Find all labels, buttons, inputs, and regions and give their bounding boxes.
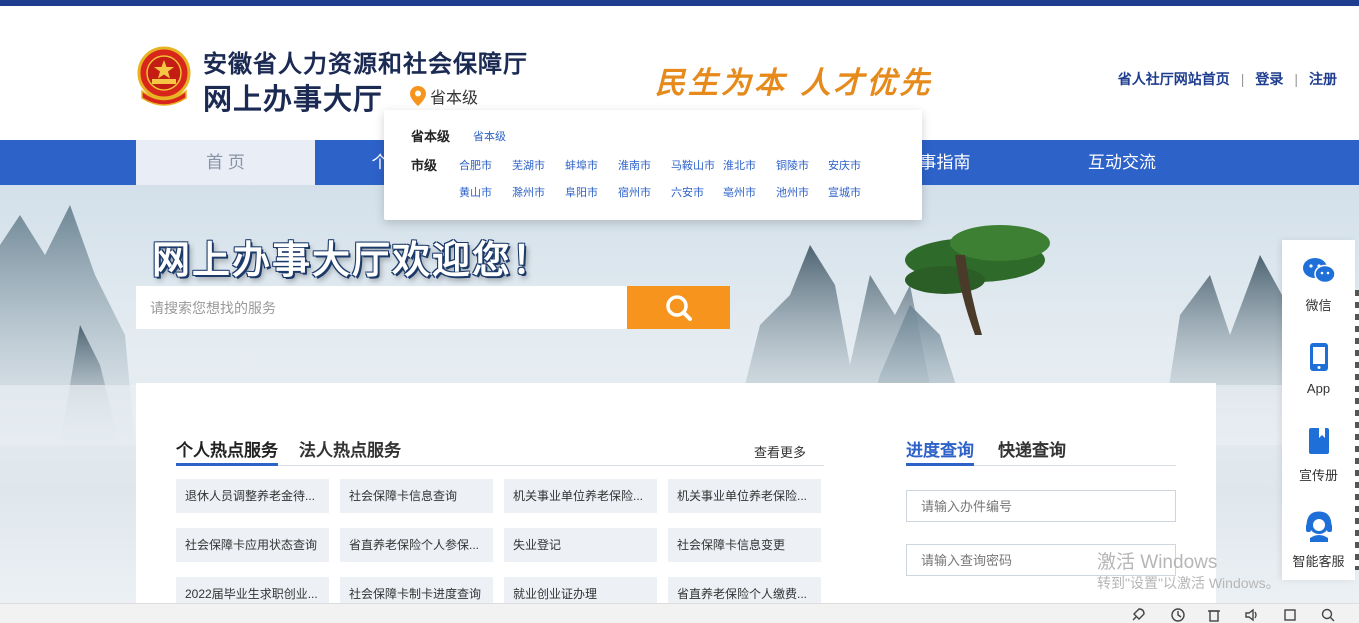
side-label: 微信 (1305, 298, 1332, 313)
org-name: 安徽省人力资源和社会保障厅 (203, 51, 528, 78)
portal-home-link[interactable]: 省人社厅网站首页 (1118, 69, 1230, 89)
search-icon (665, 294, 692, 321)
city-option[interactable]: 六安市 (671, 184, 704, 200)
side-brochure[interactable]: 宣传册 (1282, 426, 1355, 484)
search-icon[interactable] (1320, 607, 1336, 623)
city-option[interactable]: 池州市 (776, 184, 809, 200)
province-level-option[interactable]: 省本级 (473, 128, 506, 144)
history-icon[interactable] (1170, 607, 1186, 623)
customer-service-headset-icon (1305, 511, 1332, 542)
windows-activation-watermark-title: 激活 Windows (1097, 552, 1218, 573)
hot-services-tabs: 个人热点服务 法人热点服务 查看更多 (176, 436, 824, 466)
city-option[interactable]: 铜陵市 (776, 157, 809, 173)
province-level-label: 省本级 (411, 129, 451, 144)
city-option[interactable]: 滁州市 (512, 184, 545, 200)
side-wechat[interactable]: 微信 (1282, 256, 1355, 314)
tab-progress-query[interactable]: 进度查询 (906, 436, 974, 466)
national-emblem-icon (137, 46, 191, 106)
city-option[interactable]: 黄山市 (459, 184, 492, 200)
view-more-link[interactable]: 查看更多 (754, 442, 806, 461)
hall-name: 网上办事大厅 (203, 84, 384, 116)
speaker-icon[interactable] (1244, 607, 1260, 623)
side-label: App (1306, 381, 1331, 396)
mobile-phone-icon (1309, 343, 1328, 371)
location-dropdown: 省本级 省本级 市级 合肥市 芜湖市 蚌埠市 淮南市 马鞍山市 淮北市 铜陵市 … (384, 110, 922, 220)
nav-interaction[interactable]: 互动交流 (1072, 140, 1172, 185)
location-label: 省本级 (430, 90, 479, 107)
link-separator: | (1294, 71, 1298, 87)
query-tabs: 进度查询 快递查询 (906, 436, 1176, 466)
register-link[interactable]: 注册 (1309, 69, 1337, 89)
city-level-label: 市级 (411, 158, 438, 173)
side-smart-service[interactable]: 智能客服 (1282, 510, 1355, 570)
brochure-book-icon (1308, 428, 1329, 454)
side-float-panel: 微信 App 宣传册 智能客服 (1282, 240, 1355, 580)
nav-home[interactable]: 首 页 (136, 140, 315, 185)
location-selector[interactable]: 省本级 (410, 84, 478, 108)
city-option[interactable]: 蚌埠市 (565, 157, 598, 173)
tab-personal-hot[interactable]: 个人热点服务 (176, 436, 278, 466)
link-separator: | (1240, 71, 1245, 87)
city-option[interactable]: 亳州市 (723, 184, 756, 200)
window-icon[interactable] (1282, 607, 1298, 623)
city-option[interactable]: 马鞍山市 (671, 157, 715, 173)
search-button[interactable] (627, 286, 730, 329)
city-option[interactable]: 阜阳市 (565, 184, 598, 200)
service-item[interactable]: 省直养老保险个人参保... (340, 528, 493, 562)
city-option[interactable]: 安庆市 (828, 157, 861, 173)
top-links: 省人社厅网站首页 | 登录 | 注册 (1118, 69, 1337, 89)
case-number-input[interactable] (906, 490, 1176, 522)
system-tray-bar (0, 603, 1359, 623)
tab-legal-hot[interactable]: 法人热点服务 (299, 436, 401, 466)
side-app[interactable]: App (1282, 342, 1355, 396)
wechat-icon (1302, 258, 1336, 284)
service-item[interactable]: 社会保障卡信息变更 (668, 528, 821, 562)
rocket-icon[interactable] (1130, 607, 1146, 623)
location-pin-icon (410, 86, 426, 106)
city-option[interactable]: 宣城市 (828, 184, 861, 200)
service-item[interactable]: 社会保障卡信息查询 (340, 479, 493, 513)
tab-express-query[interactable]: 快递查询 (998, 436, 1066, 466)
city-option[interactable]: 淮南市 (618, 157, 651, 173)
city-option[interactable]: 芜湖市 (512, 157, 545, 173)
service-item[interactable]: 机关事业单位养老保险... (668, 479, 821, 513)
side-label: 宣传册 (1298, 468, 1338, 483)
windows-activation-watermark-subtitle: 转到"设置"以激活 Windows。 (1097, 575, 1280, 591)
welcome-heading: 网上办事大厅欢迎您！ (152, 240, 553, 282)
city-option[interactable]: 宿州市 (618, 184, 651, 200)
service-item[interactable]: 失业登记 (504, 528, 657, 562)
trash-icon[interactable] (1206, 607, 1222, 623)
city-option[interactable]: 淮北市 (723, 157, 756, 173)
services-card: 个人热点服务 法人热点服务 查看更多 退休人员调整养老金待... 社会保障卡信息… (136, 383, 1216, 623)
login-link[interactable]: 登录 (1255, 69, 1283, 89)
side-scroll-strip (1355, 290, 1359, 570)
side-label: 智能客服 (1292, 554, 1345, 569)
service-item[interactable]: 退休人员调整养老金待... (176, 479, 329, 513)
service-item[interactable]: 机关事业单位养老保险... (504, 479, 657, 513)
slogan-calligraphy: 民生为本 人才优先 (655, 66, 933, 101)
service-item[interactable]: 社会保障卡应用状态查询 (176, 528, 329, 562)
service-search-input[interactable] (136, 286, 627, 329)
city-option[interactable]: 合肥市 (459, 157, 492, 173)
